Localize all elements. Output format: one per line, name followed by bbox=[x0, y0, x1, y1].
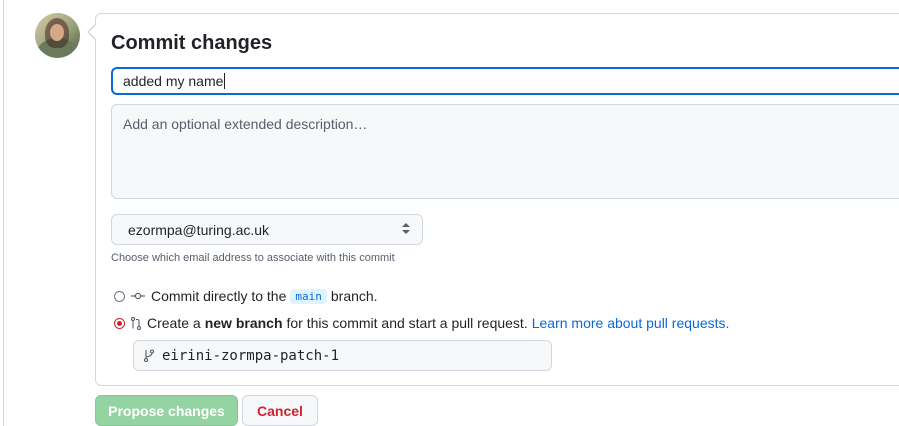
branch-code-main: main bbox=[290, 288, 327, 304]
git-pull-request-icon bbox=[131, 316, 141, 330]
option-new-branch[interactable]: Create a new branch for this commit and … bbox=[114, 314, 729, 332]
avatar bbox=[35, 13, 80, 58]
option-new-suffix: for this commit and start a pull request… bbox=[286, 315, 528, 331]
option-direct-prefix: Commit directly to the bbox=[151, 288, 287, 304]
email-hint: Choose which email address to associate … bbox=[111, 252, 395, 264]
option-commit-direct[interactable]: Commit directly to the main branch. bbox=[114, 287, 378, 305]
description-placeholder: Add an optional extended description… bbox=[123, 116, 368, 132]
speech-caret-inner bbox=[89, 25, 96, 39]
commit-description-input[interactable]: Add an optional extended description… bbox=[111, 104, 899, 199]
git-branch-icon bbox=[144, 349, 154, 362]
avatar-face bbox=[50, 24, 64, 41]
radio-new-branch[interactable] bbox=[114, 317, 125, 329]
learn-more-link[interactable]: Learn more about pull requests. bbox=[532, 315, 730, 331]
branch-name-input[interactable]: eirini-zormpa-patch-1 bbox=[133, 340, 552, 371]
commit-summary-value: added my name bbox=[123, 73, 224, 89]
branch-name-value: eirini-zormpa-patch-1 bbox=[162, 347, 340, 364]
email-selected-value: ezormpa@turing.ac.uk bbox=[128, 221, 270, 238]
cancel-button[interactable]: Cancel bbox=[242, 395, 318, 426]
propose-changes-button[interactable]: Propose changes bbox=[95, 395, 238, 426]
commit-summary-input[interactable]: added my name bbox=[111, 67, 899, 95]
git-commit-icon bbox=[131, 291, 145, 301]
option-direct-suffix: branch. bbox=[330, 288, 378, 304]
radio-commit-direct[interactable] bbox=[114, 290, 125, 302]
chevron-up-down-icon bbox=[402, 222, 410, 237]
option-new-bold: new branch bbox=[204, 315, 283, 331]
text-cursor bbox=[224, 73, 226, 89]
email-select[interactable]: ezormpa@turing.ac.uk bbox=[111, 214, 423, 245]
option-new-prefix: Create a bbox=[147, 315, 201, 331]
commit-title: Commit changes bbox=[111, 32, 273, 54]
